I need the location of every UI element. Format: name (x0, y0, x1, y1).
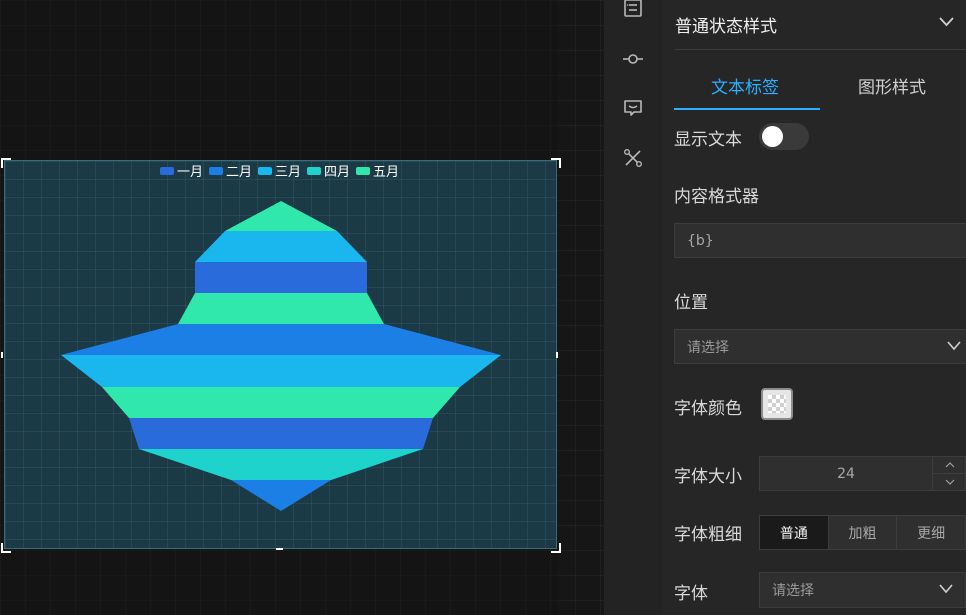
chevron-down-icon (945, 479, 954, 485)
font-color-label: 字体颜色 (674, 399, 742, 419)
show-text-toggle[interactable] (759, 123, 809, 150)
editor-root: 一月 二月 三月 四月 五月 普通状态样式 文本标签 图形样式 显示文本 内容格… (0, 0, 966, 615)
font-color-picker[interactable] (761, 388, 793, 420)
legend-swatch[interactable] (307, 167, 321, 175)
properties-panel: 普通状态样式 文本标签 图形样式 显示文本 内容格式器 {b} 位置 请选择 字… (662, 0, 966, 615)
increment-button[interactable] (933, 457, 966, 474)
tab-text-label[interactable]: 文本标签 (711, 73, 779, 98)
toggle-knob (762, 126, 783, 147)
legend-label[interactable]: 四月 (324, 165, 350, 180)
funnel-band[interactable] (195, 231, 367, 262)
design-canvas[interactable]: 一月 二月 三月 四月 五月 (0, 0, 604, 615)
resize-handle-bottom-right[interactable] (551, 543, 561, 553)
active-tab-indicator (674, 108, 820, 110)
section-divider (674, 49, 966, 50)
resize-handle-bottom-left[interactable] (1, 543, 11, 553)
resize-handle-top-right[interactable] (551, 158, 561, 168)
legend-swatch[interactable] (160, 167, 174, 175)
font-weight-normal[interactable]: 普通 (760, 516, 828, 549)
resize-handle-right[interactable] (556, 352, 558, 358)
tools-icon[interactable] (623, 148, 643, 168)
formatter-label: 内容格式器 (674, 187, 759, 207)
chevron-down-icon[interactable] (939, 17, 954, 27)
resize-handle-left[interactable] (1, 352, 3, 358)
font-family-select[interactable]: 请选择 (759, 572, 966, 608)
font-family-label: 字体 (674, 584, 708, 604)
stepper-controls (932, 457, 966, 490)
font-size-label: 字体大小 (674, 467, 742, 487)
funnel-chart: 一月 二月 三月 四月 五月 (61, 165, 501, 511)
funnel-band[interactable] (61, 355, 501, 387)
message-icon[interactable] (623, 98, 643, 118)
font-weight-bold[interactable]: 加粗 (827, 516, 897, 549)
formatter-input[interactable]: {b} (674, 223, 966, 258)
font-family-placeholder: 请选择 (772, 583, 814, 599)
resize-handle-top-left[interactable] (1, 158, 11, 168)
legend-swatch[interactable] (209, 167, 223, 175)
funnel-band[interactable] (195, 262, 367, 293)
legend-label[interactable]: 二月 (226, 165, 252, 180)
position-select[interactable]: 请选择 (674, 329, 966, 364)
chevron-down-icon (939, 584, 953, 594)
show-text-label: 显示文本 (674, 130, 742, 150)
list-icon[interactable] (623, 0, 643, 20)
transparent-swatch (768, 395, 786, 413)
font-weight-segmented: 普通 加粗 更细 (759, 515, 966, 550)
legend-label[interactable]: 三月 (275, 165, 301, 180)
resize-handle-bottom[interactable] (276, 548, 283, 550)
position-label: 位置 (674, 293, 708, 313)
funnel-chart-widget[interactable]: 一月 二月 三月 四月 五月 (4, 160, 557, 549)
funnel-band[interactable] (129, 418, 433, 449)
funnel-band[interactable] (102, 387, 460, 418)
decrement-button[interactable] (933, 474, 966, 490)
font-weight-label: 字体粗细 (674, 525, 742, 545)
formatter-value: {b} (687, 232, 714, 249)
chevron-up-icon (945, 462, 954, 468)
position-placeholder: 请选择 (687, 339, 729, 356)
funnel-band[interactable] (225, 201, 337, 231)
funnel-band[interactable] (139, 449, 423, 480)
section-title: 普通状态样式 (675, 17, 777, 37)
icon-rail (604, 0, 662, 615)
chevron-down-icon (947, 341, 961, 351)
funnel-band[interactable] (61, 324, 501, 355)
legend-label[interactable]: 一月 (177, 165, 203, 180)
legend-swatch[interactable] (356, 167, 370, 175)
funnel-band[interactable] (231, 480, 331, 511)
legend-label[interactable]: 五月 (373, 165, 399, 180)
tab-graphic-style[interactable]: 图形样式 (858, 73, 926, 98)
font-weight-lighter[interactable]: 更细 (896, 516, 966, 549)
legend-swatch[interactable] (258, 167, 272, 175)
funnel-band[interactable] (178, 293, 384, 324)
font-size-value[interactable]: 24 (760, 457, 932, 490)
node-link-icon[interactable] (623, 49, 643, 69)
font-size-stepper[interactable]: 24 (759, 456, 966, 491)
